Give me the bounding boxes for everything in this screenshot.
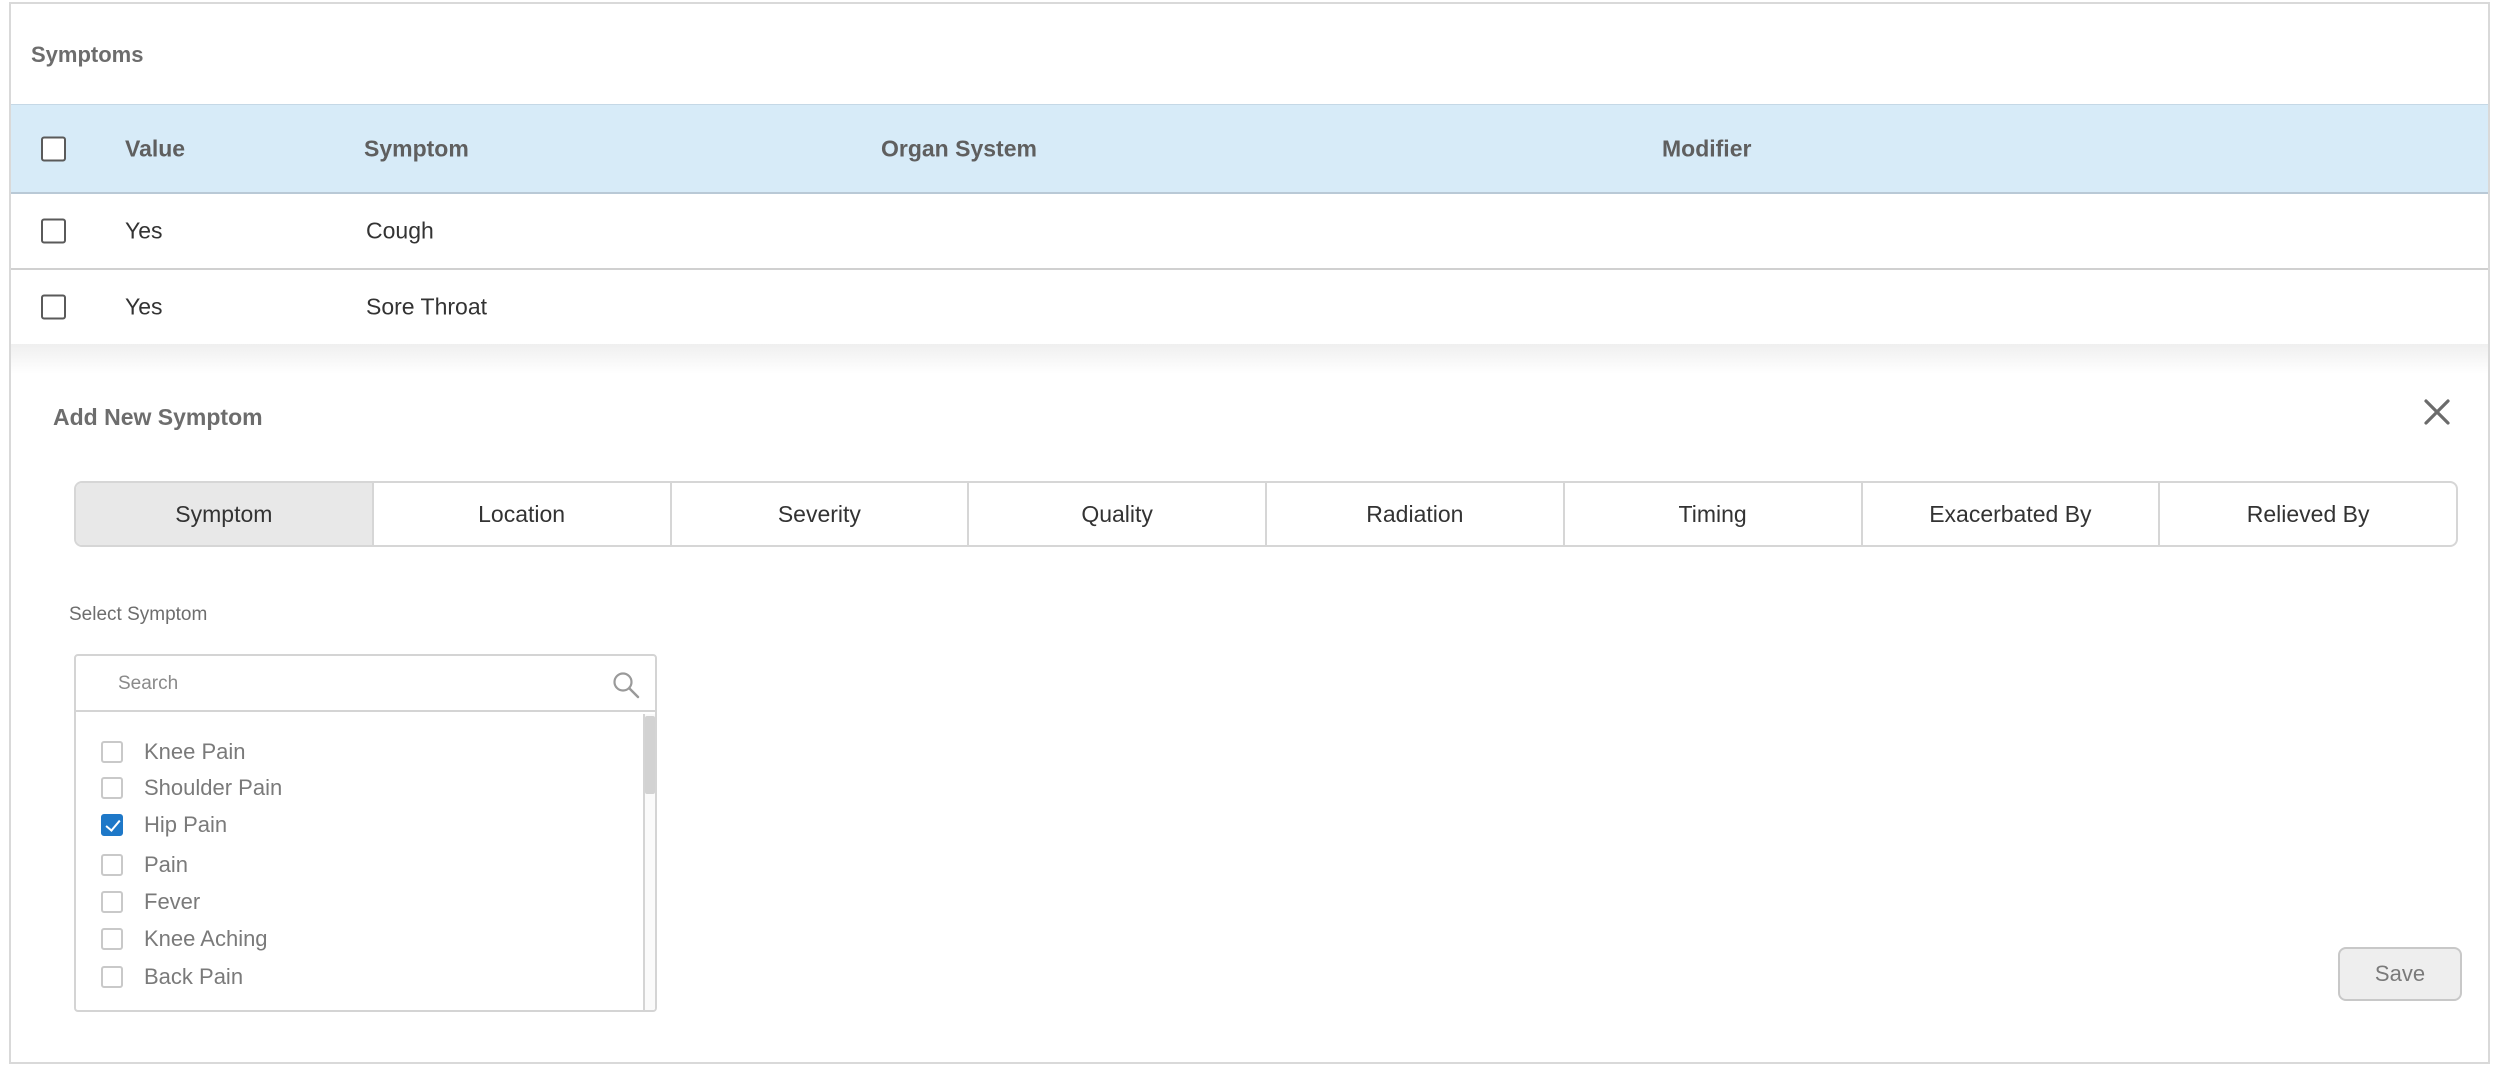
list-item[interactable]: Knee Aching (101, 924, 268, 954)
row-checkbox[interactable] (41, 294, 66, 320)
row-symptom: Sore Throat (366, 293, 488, 320)
option-label: Pain (144, 852, 189, 877)
symptom-options-list: Knee Pain Shoulder Pain Hip Pain Pain Fe… (76, 714, 655, 1010)
list-item[interactable]: Fever (101, 887, 200, 917)
tab-exacerbated-by[interactable]: Exacerbated By (1863, 483, 2161, 545)
option-checkbox[interactable] (101, 891, 123, 913)
option-label: Hip Pain (144, 812, 228, 837)
modifier-tabs: Symptom Location Severity Quality Radiat… (74, 481, 2458, 547)
tab-radiation[interactable]: Radiation (1267, 483, 1565, 545)
row-value: Yes (125, 217, 163, 244)
close-icon[interactable] (2417, 392, 2457, 432)
list-item[interactable]: Knee Pain (101, 737, 246, 767)
tab-severity[interactable]: Severity (672, 483, 970, 545)
scrollbar-thumb[interactable] (645, 716, 655, 794)
search-row (76, 656, 655, 712)
option-label: Knee Aching (144, 926, 268, 951)
tab-relieved-by[interactable]: Relieved By (2160, 483, 2456, 545)
list-item[interactable]: Hip Pain (101, 810, 227, 840)
select-all-checkbox[interactable] (41, 136, 66, 161)
option-checkbox[interactable] (101, 854, 123, 876)
select-symptom-label: Select Symptom (69, 604, 208, 625)
tab-location[interactable]: Location (374, 483, 672, 545)
add-symptom-title: Add New Symptom (53, 404, 263, 430)
option-checkbox[interactable] (101, 966, 123, 988)
row-checkbox[interactable] (41, 218, 66, 244)
column-header-value[interactable]: Value (125, 135, 185, 162)
save-button[interactable]: Save (2338, 947, 2462, 1001)
list-item[interactable]: Shoulder Pain (101, 773, 282, 803)
list-item[interactable]: Back Pain (101, 962, 243, 992)
search-icon[interactable] (611, 670, 641, 700)
option-label: Back Pain (144, 964, 244, 989)
option-checkbox[interactable] (101, 777, 123, 799)
symptoms-card: Symptoms Value Symptom Organ System Modi… (9, 2, 2490, 1064)
list-item[interactable]: Pain (101, 850, 188, 880)
option-checkbox[interactable] (101, 741, 123, 763)
option-label: Fever (144, 889, 201, 914)
option-label: Shoulder Pain (144, 775, 283, 800)
option-checkbox[interactable] (101, 928, 123, 950)
row-value: Yes (125, 293, 163, 320)
tab-timing[interactable]: Timing (1565, 483, 1863, 545)
table-row[interactable]: Yes Sore Throat (11, 270, 2488, 346)
panel-divider-shadow (11, 344, 2488, 374)
column-header-organ-system[interactable]: Organ System (881, 135, 1037, 162)
tab-symptom[interactable]: Symptom (76, 483, 374, 545)
section-title: Symptoms (31, 42, 144, 67)
option-checkbox[interactable] (101, 814, 123, 836)
options-scrollbar[interactable] (643, 714, 655, 1010)
option-label: Knee Pain (144, 739, 246, 764)
search-input[interactable] (116, 668, 586, 700)
symptoms-table: Value Symptom Organ System Modifier Yes … (11, 104, 2488, 346)
table-row[interactable]: Yes Cough (11, 194, 2488, 270)
table-header-row: Value Symptom Organ System Modifier (11, 104, 2488, 194)
row-symptom: Cough (366, 217, 434, 244)
tab-quality[interactable]: Quality (969, 483, 1267, 545)
column-header-symptom[interactable]: Symptom (364, 135, 469, 162)
column-header-modifier[interactable]: Modifier (1662, 135, 1751, 162)
symptom-picker: Knee Pain Shoulder Pain Hip Pain Pain Fe… (74, 654, 657, 1012)
